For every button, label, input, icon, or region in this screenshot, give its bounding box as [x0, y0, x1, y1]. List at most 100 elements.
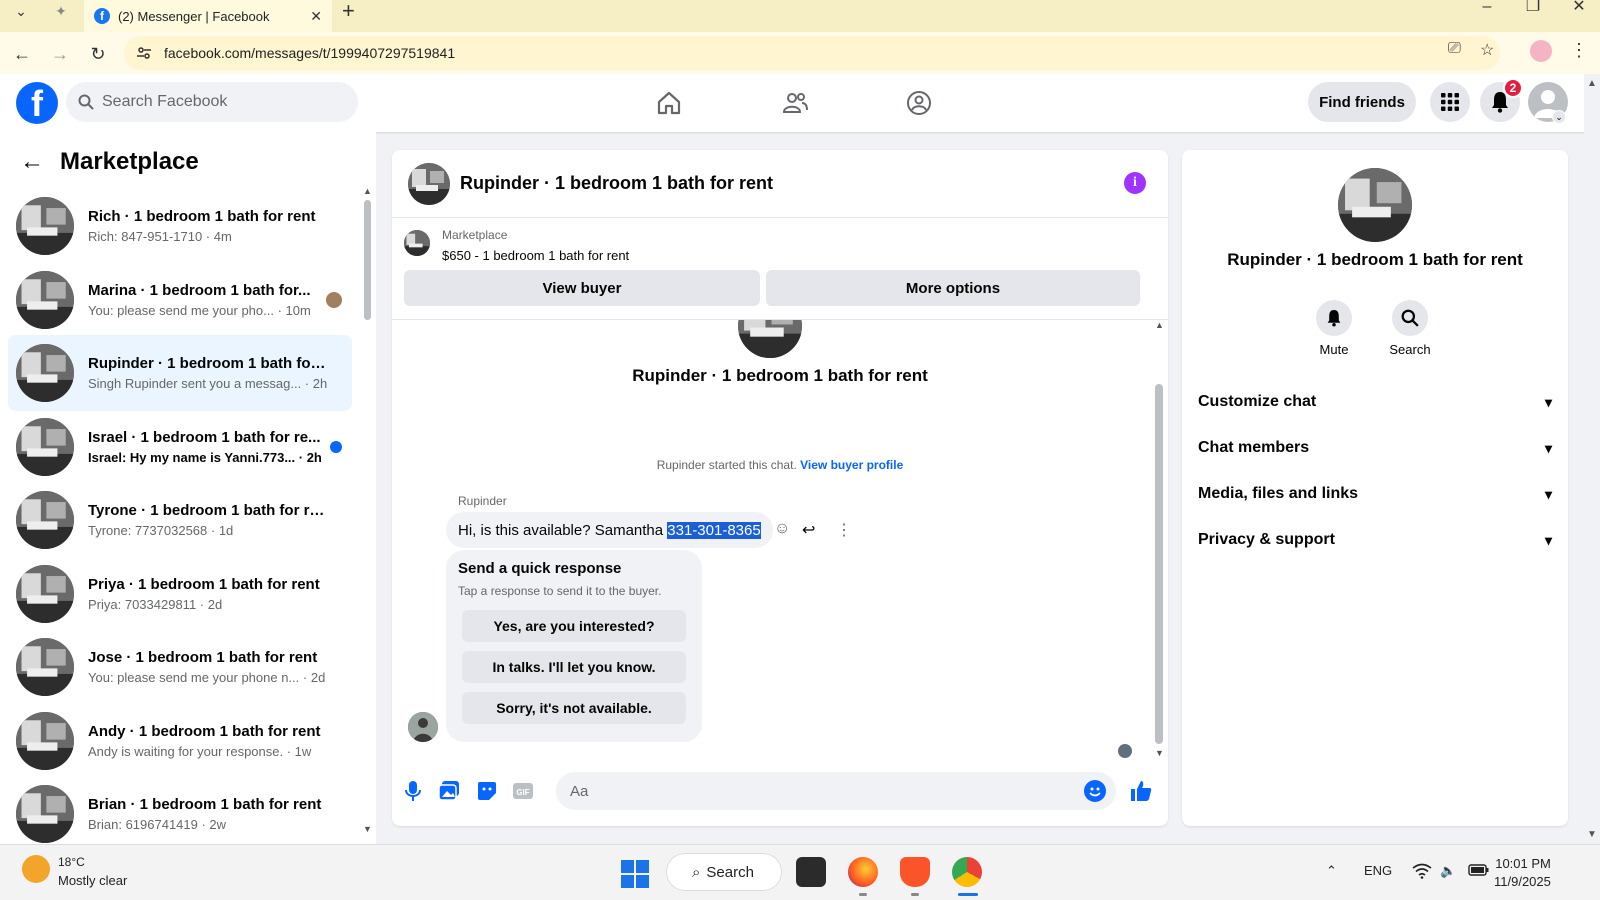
page-scrollbar[interactable]: ▲ ▼ [1584, 74, 1600, 844]
conversation-item[interactable]: Jose · 1 bedroom 1 bath for rent You: ple… [8, 629, 352, 705]
facebook-search-input[interactable]: Search Facebook [66, 82, 358, 122]
chat-header-avatar[interactable] [408, 162, 450, 205]
home-icon[interactable] [648, 82, 690, 124]
browser-tab[interactable]: f (2) Messenger | Facebook ✕ [84, 0, 332, 32]
message-thread: Rupinder · 1 bedroom 1 bath for rent Rup… [392, 320, 1168, 758]
emoji-icon[interactable] [1084, 780, 1106, 802]
details-avatar[interactable] [1338, 168, 1412, 242]
reload-icon[interactable]: ↻ [84, 40, 112, 68]
sender-avatar[interactable] [408, 712, 438, 742]
new-tab-icon[interactable]: + [342, 0, 355, 22]
search-in-chat-button[interactable]: Search [1380, 300, 1440, 357]
more-options-button[interactable]: More options [766, 270, 1140, 306]
bookmark-star-icon[interactable]: ☆ [1480, 40, 1494, 60]
photo-icon[interactable] [436, 778, 462, 804]
marketplace-listing-bar: Marketplace $650 - 1 bedroom 1 bath for … [392, 218, 1168, 320]
sidebar-scrollbar[interactable]: ▲ ▼ [362, 186, 372, 834]
conversation-thumbnail [16, 344, 74, 402]
conversation-item[interactable]: Brian · 1 bedroom 1 bath for rent Brian: … [8, 776, 352, 844]
taskbar-search[interactable]: ⌕ Search [666, 853, 782, 891]
conversation-item[interactable]: Tyrone · 1 bedroom 1 bath for rent Tyrone… [8, 482, 352, 558]
listing-price-title[interactable]: $650 - 1 bedroom 1 bath for rent [442, 248, 629, 263]
friends-icon[interactable] [774, 82, 816, 124]
chat-members-row[interactable]: Chat members ▾ [1198, 428, 1552, 468]
address-bar[interactable]: facebook.com/messages/t/1999407297519841 [124, 36, 1500, 70]
conversation-title: Tyrone · 1 bedroom 1 bath for rent [88, 502, 328, 519]
quick-response-unavailable-button[interactable]: Sorry, it's not available. [462, 692, 686, 724]
language-indicator[interactable]: ENG [1364, 863, 1392, 878]
microphone-icon[interactable] [400, 778, 426, 804]
chrome-icon[interactable] [952, 857, 982, 887]
restore-icon[interactable]: ❐ [1518, 0, 1548, 15]
media-files-links-row[interactable]: Media, files and links ▾ [1198, 474, 1552, 514]
extensions-icon[interactable]: ✦ [46, 0, 76, 22]
back-arrow-icon[interactable]: ← [20, 148, 44, 176]
conversation-meta: Rich · 1 bedroom 1 bath for rent Rich: 84… [88, 208, 352, 244]
chat-scrollbar[interactable]: ▲ ▼ [1152, 320, 1166, 758]
quick-response-card: Send a quick response Tap a response to … [446, 550, 702, 742]
customize-chat-row[interactable]: Customize chat ▾ [1198, 382, 1552, 422]
conversation-thumbnail [16, 491, 74, 549]
firefox-icon[interactable] [848, 857, 878, 887]
chevron-down-icon: ▾ [1544, 439, 1552, 456]
conversation-item[interactable]: Israel · 1 bedroom 1 bath for re... Israe… [8, 409, 352, 485]
window-close-icon[interactable]: ✕ [1564, 0, 1594, 15]
sticker-icon[interactable] [474, 778, 500, 804]
tab-close-icon[interactable]: ✕ [310, 8, 322, 25]
windows-start-icon[interactable] [620, 859, 650, 889]
back-icon[interactable]: ← [8, 40, 36, 68]
view-buyer-profile-link[interactable]: View buyer profile [800, 458, 903, 472]
conversation-item[interactable]: Marina · 1 bedroom 1 bath for... You: ple… [8, 262, 352, 338]
thumbs-up-icon[interactable] [1128, 778, 1154, 804]
menu-grid-icon[interactable] [1430, 82, 1470, 122]
facebook-logo[interactable]: f [16, 82, 58, 124]
chevron-down-icon: ▾ [1544, 531, 1552, 548]
conversation-item[interactable]: Andy · 1 bedroom 1 bath for rent Andy is … [8, 703, 352, 779]
site-info-icon[interactable] [136, 45, 152, 61]
volume-icon[interactable]: 🔈 [1440, 863, 1456, 879]
forward-icon[interactable]: → [46, 40, 74, 68]
tab-search-icon[interactable]: ⌄ [6, 0, 36, 22]
conversation-meta: Andy · 1 bedroom 1 bath for rent Andy is … [88, 723, 352, 759]
reply-icon[interactable]: ↩ [802, 520, 815, 540]
gif-icon[interactable]: GIF [510, 778, 536, 804]
weather-moon-icon[interactable] [22, 855, 50, 883]
react-emoji-icon[interactable]: ☺ [774, 520, 790, 538]
quick-response-talks-button[interactable]: In talks. I'll let you know. [462, 651, 686, 683]
battery-icon[interactable] [1468, 863, 1490, 880]
quick-response-title: Send a quick response [458, 560, 622, 577]
incoming-message-bubble[interactable]: Hi, is this available? Samantha 331-301-… [446, 512, 773, 548]
conversation-item[interactable]: Rupinder · 1 bedroom 1 bath for ... Singh… [8, 335, 352, 411]
conversation-snippet: Singh Rupinder sent you a messag... · 2h [88, 376, 328, 391]
weather-description: Mostly clear [58, 873, 128, 888]
more-actions-icon[interactable]: ⋮ [836, 520, 852, 540]
info-icon[interactable]: i [1124, 172, 1146, 194]
browser-profile-avatar[interactable] [1530, 40, 1552, 62]
conversation-item[interactable]: Priya · 1 bedroom 1 bath for rent Priya: … [8, 556, 352, 632]
conversation-thumbnail [16, 197, 74, 255]
chat-details-panel: Rupinder · 1 bedroom 1 bath for rent Mut… [1182, 150, 1568, 826]
conversation-snippet: Andy is waiting for your response. · 1w [88, 743, 312, 759]
privacy-support-row[interactable]: Privacy & support ▾ [1198, 520, 1552, 560]
chat-title: Rupinder · 1 bedroom 1 bath for rent [460, 173, 774, 193]
browser-menu-icon[interactable]: ⋮ [1570, 40, 1588, 61]
brave-icon[interactable] [900, 857, 930, 887]
conversation-item[interactable]: Rich · 1 bedroom 1 bath for rent Rich: 84… [8, 188, 352, 264]
tray-chevron-up-icon[interactable]: ⌃ [1326, 863, 1337, 879]
system-clock[interactable]: 10:01 PM 11/9/2025 [1494, 855, 1551, 891]
mute-button[interactable]: Mute [1304, 300, 1364, 357]
groups-icon[interactable] [898, 82, 940, 124]
listing-thumbnail[interactable] [404, 230, 430, 256]
wifi-icon[interactable] [1412, 863, 1432, 882]
quick-response-yes-button[interactable]: Yes, are you interested? [462, 610, 686, 642]
account-chevron-down-icon[interactable]: ⌄ [1552, 110, 1566, 124]
find-friends-button[interactable]: Find friends [1308, 82, 1416, 122]
sidebar-header: ← Marketplace [20, 148, 199, 176]
install-app-icon[interactable]: ⎚ [1448, 40, 1461, 58]
file-explorer-icon[interactable] [796, 857, 826, 887]
message-input[interactable]: Aa [556, 772, 1116, 810]
marketplace-label: Marketplace [442, 228, 508, 242]
view-buyer-button[interactable]: View buyer [404, 270, 760, 306]
thread-avatar[interactable] [738, 320, 802, 358]
minimize-icon[interactable]: – [1472, 0, 1502, 15]
